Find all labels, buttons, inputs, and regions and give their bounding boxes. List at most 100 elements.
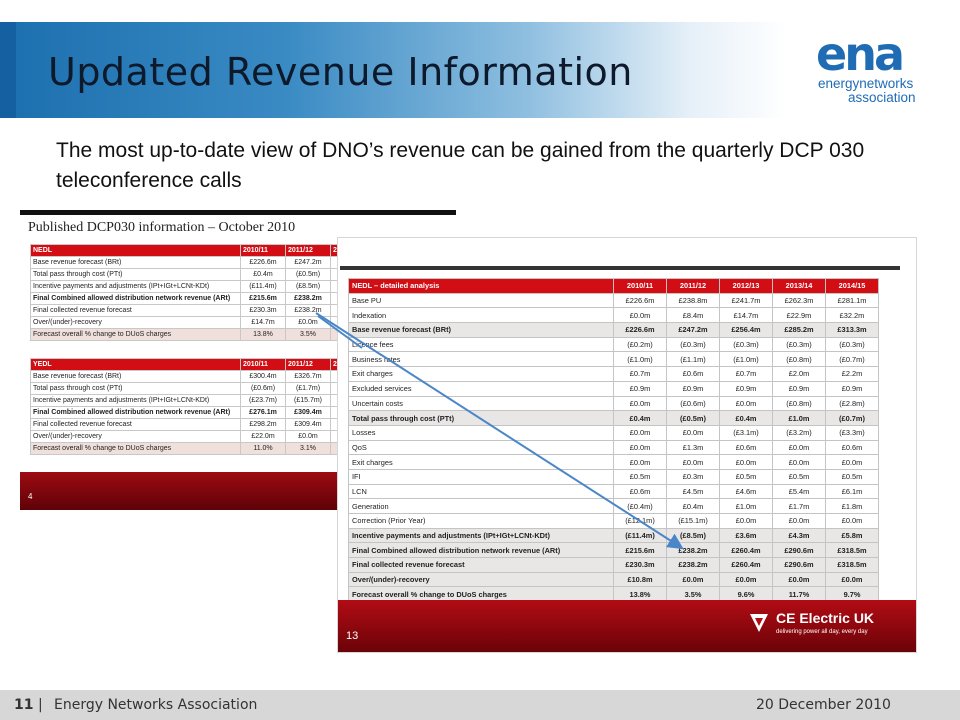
- table-row: Losses £0.0m £0.0m (£3.1m) (£3.2m) (£3.3m): [348, 424, 879, 441]
- nedl-detailed-table: NEDL – detailed analysis 2010/11 2011/12…: [348, 278, 879, 603]
- cell: 13.8%: [240, 328, 286, 341]
- cell: £326.7m: [285, 370, 331, 383]
- cell: £5.4m: [772, 483, 826, 500]
- cell: £241.7m: [719, 292, 773, 309]
- row-label: Over/(under)-recovery: [348, 571, 614, 588]
- cell: (£0.6m): [666, 395, 720, 412]
- table-row: Exit charges £0.7m £0.6m £0.7m £2.0m £2.2m: [348, 366, 879, 382]
- cell: £1.3m: [666, 439, 720, 456]
- row-label: Base revenue forecast (BRt): [30, 256, 241, 269]
- table-header-row: YEDL 2010/11 2011/12 20: [30, 358, 353, 371]
- cell: £0.9m: [772, 380, 826, 397]
- cell: (£0.3m): [825, 336, 879, 353]
- row-label: Forecast overall % change to DUoS charge…: [30, 442, 241, 455]
- footer-organisation: Energy Networks Association: [54, 697, 258, 713]
- cell: £0.0m: [825, 513, 879, 529]
- table-row: Total pass through cost (PTt) £0.4m (£0.5m…: [348, 410, 879, 426]
- table-row: Base PU £226.6m £238.8m £241.7m £262.3m £281.…: [348, 292, 879, 309]
- table-row: Total pass through cost (PTt) £0.4m (£0.5m…: [30, 268, 353, 281]
- cell: £215.6m: [240, 292, 286, 305]
- table-header-cell: 2014/15: [825, 278, 879, 294]
- table-row: Final Combined allowed distribution netw…: [30, 406, 353, 419]
- row-label: Over/(under)-recovery: [30, 316, 241, 329]
- cell: (£3.1m): [719, 424, 773, 441]
- cell: £0.3m: [666, 468, 720, 485]
- row-label: Losses: [348, 424, 614, 441]
- cell: £290.6m: [772, 542, 826, 559]
- footer-separator: |: [38, 697, 43, 713]
- cell: £230.3m: [613, 557, 667, 573]
- row-label: Total pass through cost (PTt): [30, 268, 241, 281]
- table-row: IFI £0.5m £0.3m £0.5m £0.5m £0.5m: [348, 468, 879, 485]
- cell: (£0.2m): [613, 336, 667, 353]
- cell: £0.0m: [285, 316, 331, 329]
- cell: £0.0m: [772, 513, 826, 529]
- cell: £230.3m: [240, 304, 286, 317]
- cell: (£11.4m): [613, 527, 667, 544]
- row-label: Incentive payments and adjustments (IPt+…: [30, 394, 241, 407]
- cell: (£0.5m): [666, 410, 720, 426]
- cell: £4.3m: [772, 527, 826, 544]
- row-label: Over/(under)-recovery: [30, 430, 241, 443]
- row-label: Exit charges: [348, 454, 614, 470]
- cell: £0.7m: [613, 366, 667, 382]
- row-label: Final Combined allowed distribution netw…: [348, 542, 614, 559]
- cell: (£0.8m): [772, 351, 826, 368]
- front-document-footer: 13 CE Electric UK delivering power all d…: [338, 600, 916, 652]
- cell: £6.1m: [825, 483, 879, 500]
- table-header-cell: NEDL: [30, 244, 241, 257]
- cell: £0.6m: [613, 483, 667, 500]
- cell: £2.2m: [825, 366, 879, 382]
- cell: (£0.5m): [285, 268, 331, 281]
- cell: (£8.5m): [285, 280, 331, 293]
- cell: (£15.7m): [285, 394, 331, 407]
- ena-logo-mark: ena: [816, 32, 902, 81]
- cell: 3.1%: [285, 442, 331, 455]
- row-label: Correction (Prior Year): [348, 513, 614, 529]
- footer-page-number: 11: [14, 697, 34, 713]
- cell: £0.4m: [240, 268, 286, 281]
- ce-electric-brand: CE Electric UK delivering power all day,…: [748, 610, 898, 644]
- row-label: Final Combined allowed distribution netw…: [30, 406, 241, 419]
- cell: £1.0m: [772, 410, 826, 426]
- cell: 3.5%: [285, 328, 331, 341]
- cell: £318.5m: [825, 557, 879, 573]
- cell: £0.5m: [719, 468, 773, 485]
- row-label: Total pass through cost (PTt): [30, 382, 241, 395]
- cell: (£0.3m): [666, 336, 720, 353]
- table-row: Base revenue forecast (BRt) £226.6m £247.2…: [348, 322, 879, 338]
- table-row: Incentive payments and adjustments (IPt+…: [30, 394, 353, 407]
- cell: £0.0m: [719, 571, 773, 588]
- cell: £0.0m: [666, 424, 720, 441]
- cell: (£11.4m): [240, 280, 286, 293]
- cell: £318.5m: [825, 542, 879, 559]
- cell: £4.5m: [666, 483, 720, 500]
- table-header-row: NEDL 2010/11 2011/12 20: [30, 244, 353, 257]
- table-row: Over/(under)-recovery£14.7m£0.0m£: [30, 316, 353, 329]
- table-header-cell: NEDL – detailed analysis: [348, 278, 614, 294]
- cell: (£12.1m): [613, 513, 667, 529]
- row-label: Excluded services: [348, 380, 614, 397]
- cell: £0.9m: [825, 380, 879, 397]
- cell: £285.2m: [772, 322, 826, 338]
- nedl-detailed-table-body: Base PU £226.6m £238.8m £241.7m £262.3m £281.…: [348, 292, 879, 603]
- cell: 11.0%: [240, 442, 286, 455]
- table-header-cell: 2010/11: [240, 358, 286, 371]
- cell: £0.4m: [666, 498, 720, 514]
- front-document-page-number: 13: [346, 630, 359, 642]
- slide-footer: 11 | Energy Networks Association 20 Dece…: [0, 690, 960, 720]
- cell: £226.6m: [613, 322, 667, 338]
- cell: £1.7m: [772, 498, 826, 514]
- table-row: Indexation £0.0m £8.4m £14.7m £22.9m £32.2m: [348, 307, 879, 324]
- cell: £1.8m: [825, 498, 879, 514]
- back-document-rule: [20, 210, 456, 215]
- cell: £0.0m: [719, 454, 773, 470]
- cell: £256.4m: [719, 322, 773, 338]
- cell: £0.0m: [613, 395, 667, 412]
- cell: £238.8m: [666, 292, 720, 309]
- cell: (£3.3m): [825, 424, 879, 441]
- cell: £226.6m: [613, 292, 667, 309]
- table-header-cell: 2011/12: [285, 358, 331, 371]
- table-row: Business rates (£1.0m) (£1.1m) (£1.0m) (£0.8…: [348, 351, 879, 368]
- cell: £0.6m: [719, 439, 773, 456]
